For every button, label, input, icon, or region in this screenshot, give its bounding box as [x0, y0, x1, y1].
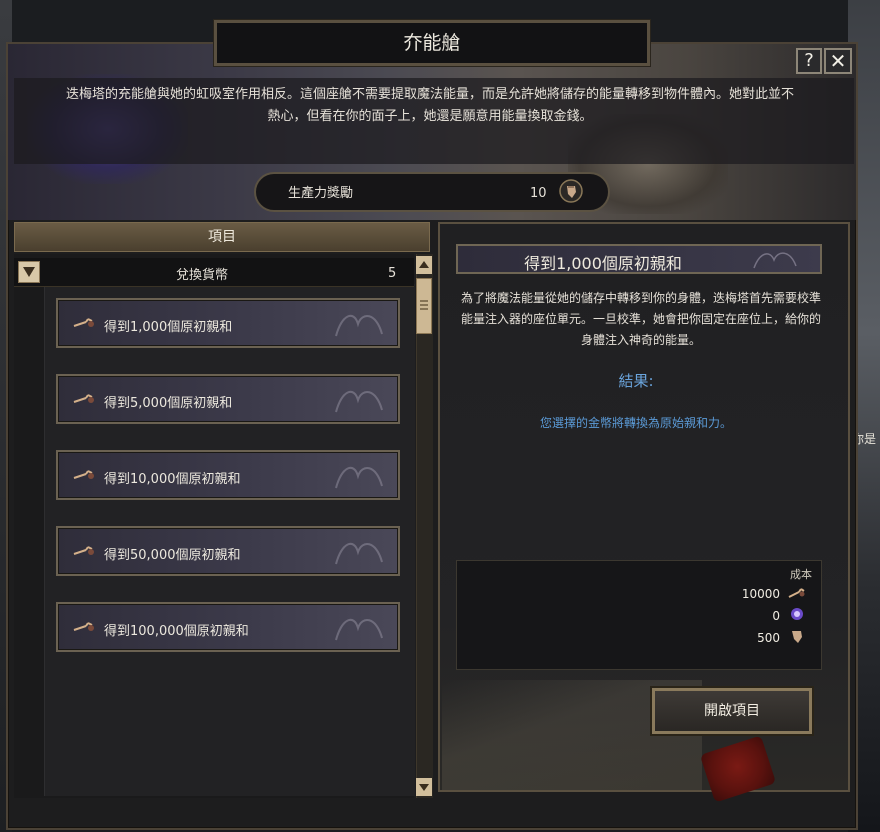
- category-label: 兌換貨幣: [176, 268, 229, 283]
- item-label: 得到1,000個原初親和: [104, 320, 233, 335]
- purple-orb-icon: [791, 608, 803, 620]
- item-label: 得到5,000個原初親和: [104, 396, 233, 411]
- emblem-icon: [753, 252, 797, 269]
- result-text: 您選擇的金幣將轉換為原始親和力。: [539, 416, 732, 430]
- emblem-icon: [335, 542, 383, 565]
- emblem-icon: [335, 314, 383, 337]
- list-item[interactable]: 得到1,000個原初親和: [56, 298, 400, 348]
- emblem-icon: [335, 466, 383, 489]
- detail-title: 得到1,000個原初親和: [524, 254, 682, 273]
- open-item-button[interactable]: 開啟項目: [652, 688, 812, 734]
- key-icon: [73, 318, 94, 327]
- items-scrollbar[interactable]: [416, 254, 433, 798]
- key-icon: [788, 588, 805, 598]
- collapse-category-button[interactable]: [18, 261, 40, 283]
- key-icon: [73, 394, 94, 403]
- cost-value: 10000: [741, 587, 780, 601]
- detail-description: 為了將魔法能量從她的儲存中轉移到你的身體，迭梅塔首先需要校準能量注入器的座位單元…: [460, 291, 821, 347]
- key-icon: [73, 622, 94, 631]
- list-item[interactable]: 得到10,000個原初親和: [56, 450, 400, 500]
- list-item[interactable]: 得到50,000個原初親和: [56, 526, 400, 576]
- items-header-label: 項目: [208, 229, 236, 245]
- arrow-up-icon: [419, 261, 429, 268]
- detail-title-bar: 得到1,000個原初親和: [456, 244, 822, 274]
- grip-icon: [420, 300, 428, 310]
- key-icon: [73, 546, 94, 555]
- productivity-fist-icon: [792, 631, 802, 643]
- productivity-value: 10: [530, 186, 547, 201]
- items-header: 項目: [14, 222, 430, 252]
- help-button[interactable]: ?: [796, 48, 822, 74]
- cost-value: 0: [772, 609, 780, 623]
- window-description: 迭梅塔的充能艙與她的虹吸室作用相反。這個座艙不需要提取魔法能量，而是允許她將儲存…: [65, 87, 794, 124]
- productivity-label: 生產力獎勵: [288, 186, 354, 201]
- cost-value: 500: [757, 631, 780, 645]
- scroll-down-button[interactable]: [416, 778, 432, 796]
- item-label: 得到100,000個原初親和: [104, 624, 249, 639]
- scroll-up-button[interactable]: [416, 256, 432, 274]
- category-count: 5: [388, 266, 397, 281]
- window-title-bar: 夰能艙: [213, 19, 651, 67]
- key-icon: [73, 470, 94, 479]
- emblem-icon: [335, 618, 383, 641]
- result-heading: 結果:: [618, 372, 654, 390]
- scroll-thumb[interactable]: [416, 278, 432, 334]
- productivity-fist-icon: [559, 179, 583, 203]
- list-item[interactable]: 得到100,000個原初親和: [56, 602, 400, 652]
- item-label: 得到50,000個原初親和: [104, 548, 241, 563]
- item-label: 得到10,000個原初親和: [104, 472, 241, 487]
- close-button[interactable]: ✕: [824, 48, 852, 74]
- triangle-down-icon: [23, 267, 35, 277]
- list-item[interactable]: 得到5,000個原初親和: [56, 374, 400, 424]
- arrow-down-icon: [419, 784, 429, 791]
- window-title: 夰能艙: [403, 32, 461, 54]
- cost-title: 成本: [790, 568, 812, 581]
- emblem-icon: [335, 390, 383, 413]
- open-item-label: 開啟項目: [704, 703, 760, 719]
